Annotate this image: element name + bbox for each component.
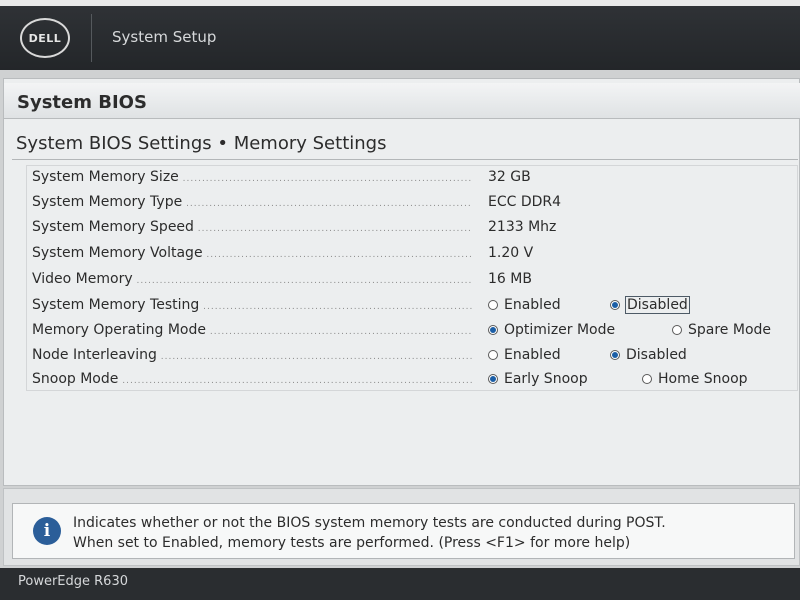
help-area: i Indicates whether or not the BIOS syst… [3, 488, 800, 566]
radio-unselected-icon [642, 374, 652, 384]
help-box: i Indicates whether or not the BIOS syst… [12, 503, 795, 559]
radio-unselected-icon [672, 325, 682, 335]
setting-value: 32 GB [488, 169, 531, 185]
setting-label: System Memory Voltage [32, 245, 472, 261]
setting-row-video-memory: Video Memory 16 MB [32, 271, 800, 293]
setting-value: 16 MB [488, 271, 532, 287]
setting-value: 2133 Mhz [488, 219, 557, 235]
setting-row-memory-size: System Memory Size 32 GB [32, 169, 800, 191]
info-icon: i [33, 517, 61, 545]
radio-memory-testing-disabled[interactable]: Disabled [610, 296, 690, 314]
setting-label: Memory Operating Mode [32, 322, 472, 338]
radio-node-interleaving-enabled[interactable]: Enabled [488, 347, 561, 363]
help-line-1: Indicates whether or not the BIOS system… [73, 515, 666, 531]
setting-row-node-interleaving: Node Interleaving Enabled Disabled [32, 347, 800, 369]
setting-label: Snoop Mode [32, 371, 472, 387]
setting-row-memory-testing: System Memory Testing Enabled Disabled [32, 296, 800, 319]
page-title: System BIOS [17, 92, 147, 113]
setting-row-memory-speed: System Memory Speed 2133 Mhz [32, 219, 800, 241]
breadcrumb: System BIOS Settings • Memory Settings [16, 133, 387, 154]
setting-label: Video Memory [32, 271, 472, 287]
setting-row-memory-voltage: System Memory Voltage 1.20 V [32, 245, 800, 267]
radio-node-interleaving-disabled[interactable]: Disabled [610, 347, 687, 363]
main-panel: System BIOS System BIOS Settings • Memor… [3, 78, 800, 486]
radio-unselected-icon [488, 350, 498, 360]
header-divider [91, 14, 92, 62]
setting-row-operating-mode: Memory Operating Mode Optimizer Mode Spa… [32, 322, 800, 344]
radio-spare-mode[interactable]: Spare Mode [672, 322, 771, 338]
setting-value: 1.20 V [488, 245, 534, 261]
setting-label: System Memory Testing [32, 297, 472, 313]
app-title: System Setup [112, 28, 217, 46]
help-text: Indicates whether or not the BIOS system… [73, 513, 785, 553]
radio-selected-icon [610, 300, 620, 310]
bottom-bar: PowerEdge R630 [0, 568, 800, 600]
radio-unselected-icon [488, 300, 498, 310]
help-line-2: When set to Enabled, memory tests are pe… [73, 535, 631, 551]
radio-selected-icon [488, 325, 498, 335]
radio-early-snoop[interactable]: Early Snoop [488, 371, 588, 387]
radio-selected-icon [488, 374, 498, 384]
section-divider [12, 159, 798, 160]
radio-selected-icon [610, 350, 620, 360]
setting-label: System Memory Speed [32, 219, 472, 235]
bios-header: System BIOS [4, 83, 800, 119]
setting-label: System Memory Size [32, 169, 472, 185]
top-header-bar: DELL System Setup [0, 0, 800, 70]
server-model: PowerEdge R630 [18, 574, 128, 589]
setting-row-snoop-mode: Snoop Mode Early Snoop Home Snoop [32, 371, 800, 393]
setting-value: ECC DDR4 [488, 194, 562, 210]
dell-logo: DELL [20, 18, 70, 58]
radio-home-snoop[interactable]: Home Snoop [642, 371, 748, 387]
setting-row-memory-type: System Memory Type ECC DDR4 [32, 194, 800, 216]
setting-label: System Memory Type [32, 194, 472, 210]
setting-label: Node Interleaving [32, 347, 472, 363]
radio-optimizer-mode[interactable]: Optimizer Mode [488, 322, 615, 338]
radio-memory-testing-enabled[interactable]: Enabled [488, 297, 561, 313]
